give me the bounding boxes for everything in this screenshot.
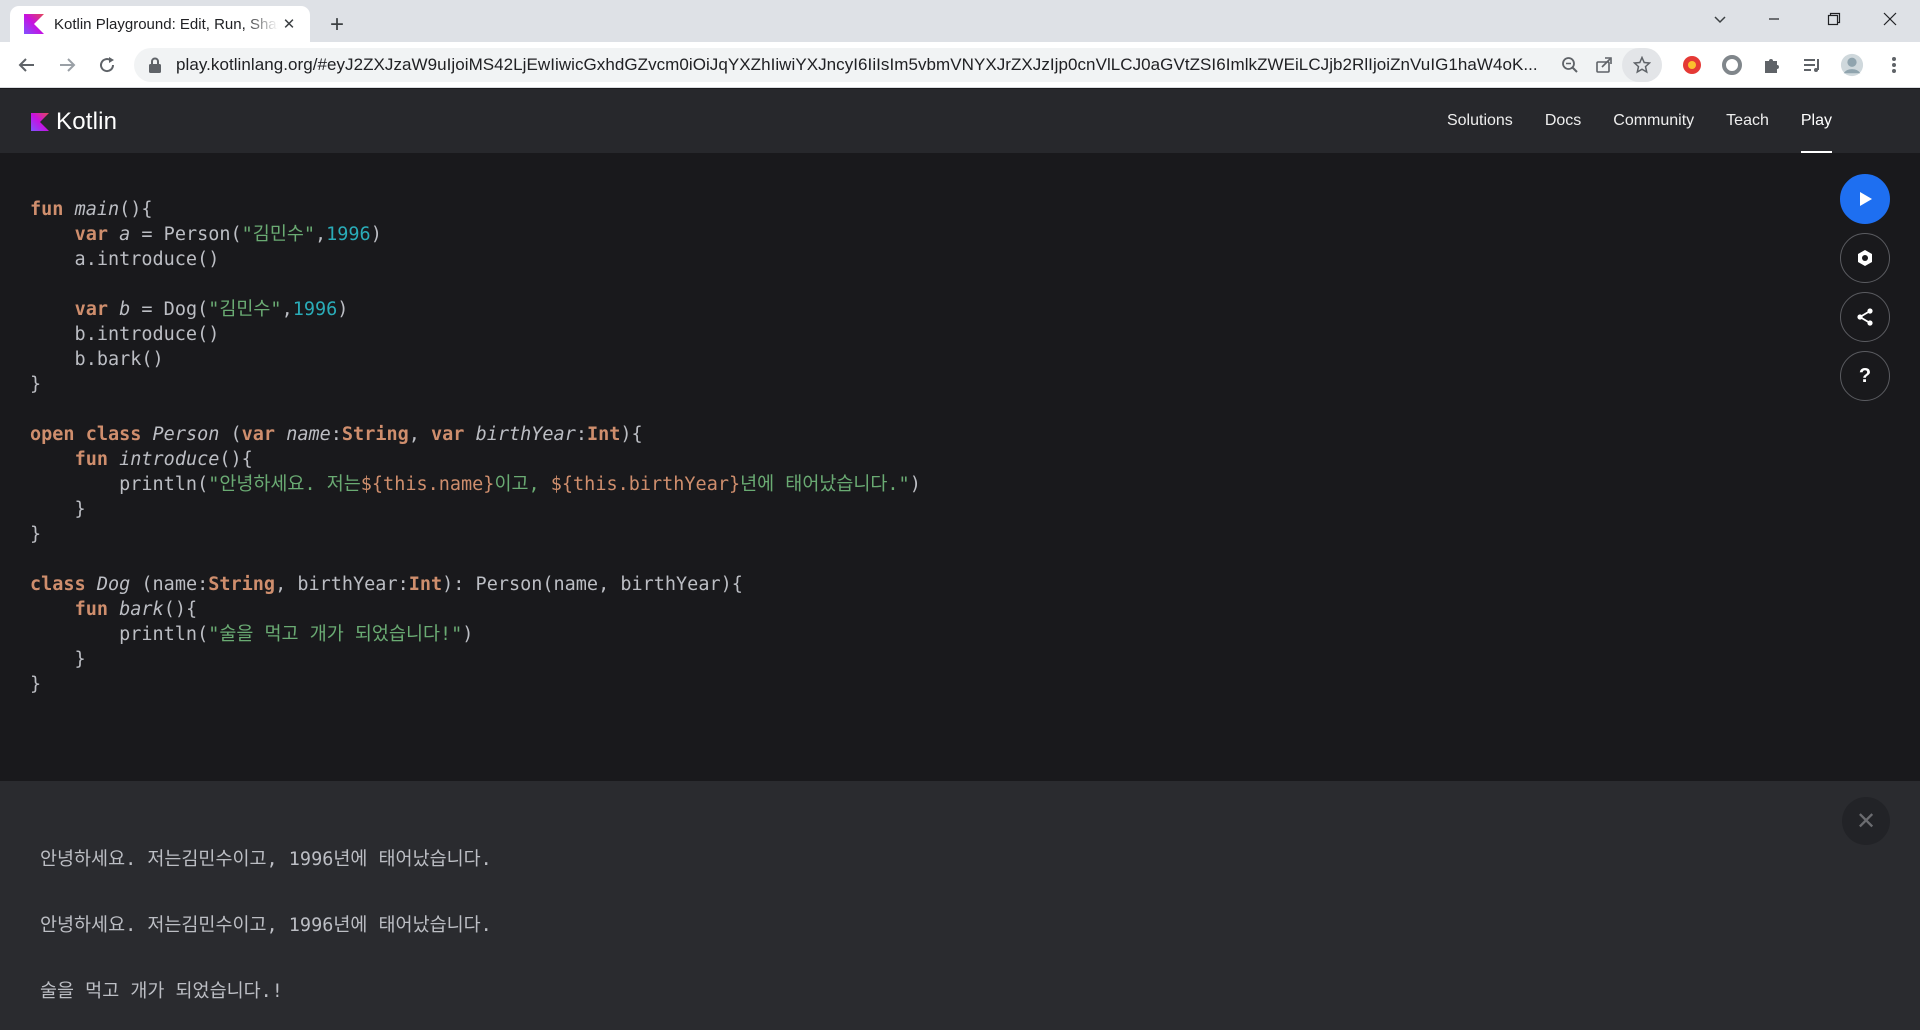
extension-circle-icon[interactable]: [1720, 53, 1744, 77]
tab-search-chevron-icon[interactable]: [1690, 0, 1750, 38]
code-line[interactable]: println("안녕하세요. 저는${this.name}이고, ${this…: [30, 472, 921, 497]
lock-icon[interactable]: [148, 57, 162, 73]
help-button[interactable]: ?: [1840, 351, 1890, 401]
window-close-icon[interactable]: [1860, 0, 1920, 38]
nav-community[interactable]: Community: [1613, 89, 1694, 153]
kotlin-logo[interactable]: Kotlin: [31, 108, 117, 136]
site-nav: Solutions Docs Community Teach Play: [1415, 89, 1833, 153]
output-line: 술을 먹고 개가 되었습니다.!: [40, 981, 283, 1002]
reload-icon[interactable]: [92, 50, 122, 80]
extensions-puzzle-icon[interactable]: [1760, 53, 1784, 77]
code-line[interactable]: [30, 272, 921, 297]
minimize-icon[interactable]: [1744, 0, 1804, 38]
browser-tab-strip: Kotlin Playground: Edit, Run, Share Kotl…: [0, 0, 1920, 42]
zoom-icon[interactable]: [1558, 53, 1582, 77]
code-line[interactable]: }: [30, 372, 921, 397]
browser-tab[interactable]: Kotlin Playground: Edit, Run, Share Kotl…: [10, 6, 310, 42]
code-line[interactable]: class Dog (name:String, birthYear:Int): …: [30, 572, 921, 597]
code-line[interactable]: }: [30, 497, 921, 522]
tab-close-icon[interactable]: ✕: [278, 13, 300, 35]
code-line[interactable]: fun bark(){: [30, 597, 921, 622]
code-line[interactable]: a.introduce(): [30, 247, 921, 272]
share-button[interactable]: [1840, 292, 1890, 342]
restore-icon[interactable]: [1804, 0, 1864, 38]
bookmark-star-icon[interactable]: [1622, 48, 1662, 82]
code-line[interactable]: open class Person (var name:String, var …: [30, 422, 921, 447]
output-text: 안녕하세요. 저는김민수이고, 1996년에 태어났습니다. 안녕하세요. 저는…: [40, 805, 492, 1030]
output-line: 안녕하세요. 저는김민수이고, 1996년에 태어났습니다.: [40, 915, 492, 936]
code-editor[interactable]: fun main(){ var a = Person("김민수",1996) a…: [0, 153, 1920, 781]
back-icon[interactable]: [12, 50, 42, 80]
new-tab-icon[interactable]: +: [322, 10, 352, 40]
settings-button[interactable]: [1840, 233, 1890, 283]
code-content[interactable]: fun main(){ var a = Person("김민수",1996) a…: [30, 197, 921, 697]
output-panel: 안녕하세요. 저는김민수이고, 1996년에 태어났습니다. 안녕하세요. 저는…: [0, 781, 1920, 1030]
share-icon: [1857, 308, 1873, 326]
nav-docs[interactable]: Docs: [1545, 89, 1581, 153]
code-line[interactable]: var b = Dog("김민수",1996): [30, 297, 921, 322]
forward-icon[interactable]: [52, 50, 82, 80]
nav-teach[interactable]: Teach: [1726, 89, 1769, 153]
code-line[interactable]: var a = Person("김민수",1996): [30, 222, 921, 247]
logo-text: Kotlin: [56, 108, 118, 135]
close-output-icon[interactable]: ✕: [1842, 797, 1890, 845]
code-line[interactable]: [30, 397, 921, 422]
code-line[interactable]: fun main(){: [30, 197, 921, 222]
run-button[interactable]: [1840, 174, 1890, 224]
profile-avatar[interactable]: [1840, 53, 1864, 77]
settings-hex-icon: [1858, 250, 1872, 266]
reading-list-icon[interactable]: [1800, 53, 1824, 77]
code-line[interactable]: b.bark(): [30, 347, 921, 372]
code-line[interactable]: println("술을 먹고 개가 되었습니다!"): [30, 622, 921, 647]
nav-play[interactable]: Play: [1800, 89, 1833, 153]
kotlin-favicon-icon: [24, 14, 44, 34]
help-icon: ?: [1858, 364, 1872, 387]
code-line[interactable]: }: [30, 672, 921, 697]
address-bar[interactable]: play.kotlinlang.org/#eyJ2ZXJzaW9uIjoiMS4…: [134, 48, 1662, 82]
url-text[interactable]: play.kotlinlang.org/#eyJ2ZXJzaW9uIjoiMS4…: [176, 55, 1566, 75]
code-line[interactable]: }: [30, 522, 921, 547]
code-line[interactable]: [30, 547, 921, 572]
code-line[interactable]: fun introduce(){: [30, 447, 921, 472]
nav-solutions[interactable]: Solutions: [1447, 89, 1513, 153]
extension-red-icon[interactable]: [1680, 53, 1704, 77]
site-header: Kotlin Solutions Docs Community Teach Pl…: [0, 89, 1920, 153]
browser-menu-icon[interactable]: [1882, 53, 1906, 77]
code-line[interactable]: }: [30, 647, 921, 672]
kotlin-logo-icon: [31, 113, 49, 131]
code-line[interactable]: b.introduce(): [30, 322, 921, 347]
browser-toolbar: play.kotlinlang.org/#eyJ2ZXJzaW9uIjoiMS4…: [0, 42, 1920, 88]
share-page-icon[interactable]: [1592, 53, 1616, 77]
tab-title: Kotlin Playground: Edit, Run, Share Kotl…: [54, 15, 278, 33]
output-line: 안녕하세요. 저는김민수이고, 1996년에 태어났습니다.: [40, 849, 492, 870]
play-icon: [1860, 192, 1872, 206]
